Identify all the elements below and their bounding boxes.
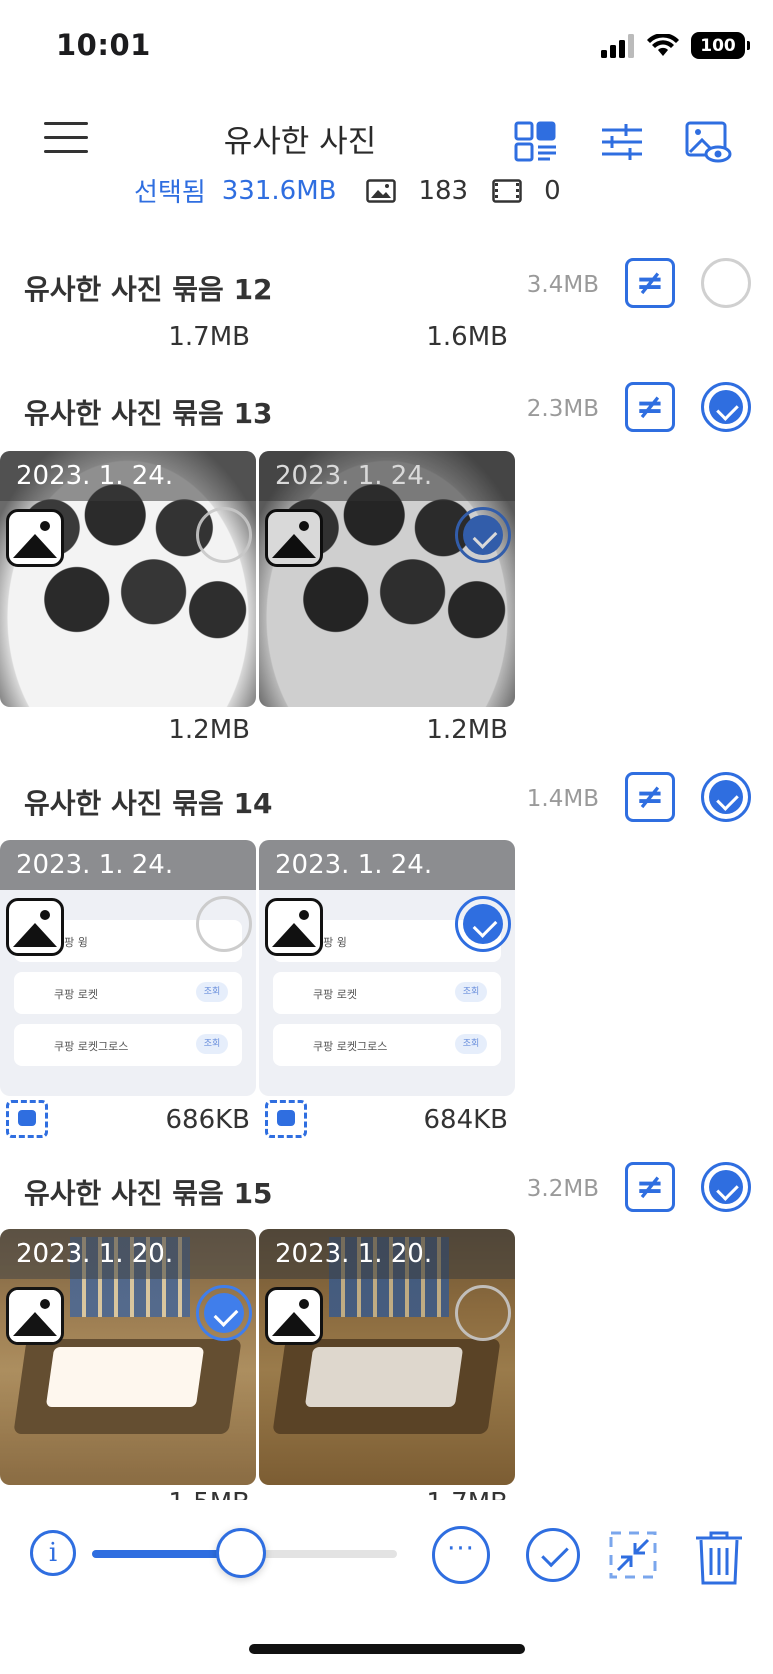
item-size: 1.2MB <box>426 715 508 745</box>
filter-sliders-icon[interactable] <box>598 120 646 164</box>
not-equal-button[interactable]: ≠ <box>625 258 675 308</box>
info-icon[interactable]: i <box>30 1530 76 1576</box>
photo-select-checkbox[interactable] <box>455 1285 511 1341</box>
photo-type-icon <box>265 1287 323 1345</box>
screenshot-thumbnail[interactable]: 쿠팡 윙 쿠팡 로켓 조회 쿠팡 로켓그로스 조회 2023. 1. 24. <box>0 840 256 1096</box>
wifi-icon <box>647 33 679 56</box>
photo-date: 2023. 1. 24. <box>259 840 515 890</box>
group-select-checkbox[interactable] <box>701 1162 751 1212</box>
photo-date: 2023. 1. 24. <box>259 451 515 501</box>
group-title: 유사한 사진 묶음 15 <box>24 1177 273 1210</box>
group-size: 2.3MB <box>526 396 599 422</box>
selection-summary: 선택됨 331.6MB 183 0 <box>134 172 585 209</box>
group-title: 유사한 사진 묶음 12 <box>24 273 273 306</box>
photo-thumbnail[interactable]: 2023. 1. 20. <box>0 1229 256 1485</box>
photo-date: 2023. 1. 24. <box>0 840 256 890</box>
group-header-15: 유사한 사진 묶음 15 3.2MB ≠ <box>0 1162 773 1222</box>
photo-select-checkbox[interactable] <box>455 896 511 952</box>
status-icons: 100 <box>601 32 750 59</box>
battery-indicator: 100 <box>691 32 750 59</box>
selected-label: 선택됨 <box>134 178 206 208</box>
photo-select-checkbox[interactable] <box>196 1285 252 1341</box>
group-size: 3.2MB <box>526 1176 599 1202</box>
select-check-icon[interactable] <box>526 1528 580 1582</box>
item-size: 1.7MB <box>168 322 250 352</box>
photo-date: 2023. 1. 20. <box>259 1229 515 1279</box>
photo-thumbnail[interactable]: 2023. 1. 24. <box>259 451 515 707</box>
photo-date: 2023. 1. 20. <box>0 1229 256 1279</box>
group-select-checkbox[interactable] <box>701 258 751 308</box>
group-size: 3.4MB <box>526 272 599 298</box>
photo-select-checkbox[interactable] <box>455 507 511 563</box>
not-equal-button[interactable]: ≠ <box>625 1162 675 1212</box>
item-size: 686KB <box>165 1105 250 1135</box>
photo-thumbnail[interactable]: 2023. 1. 24. <box>0 451 256 707</box>
group-header-13: 유사한 사진 묶음 13 2.3MB ≠ <box>0 382 773 442</box>
status-time: 10:01 <box>56 28 151 62</box>
photo-select-checkbox[interactable] <box>196 896 252 952</box>
header: 유사한 사진 선택됨 331.6MB 183 0 <box>0 96 773 216</box>
page-title: 유사한 사진 <box>223 124 377 160</box>
video-count: 0 <box>544 175 561 206</box>
grid-view-icon[interactable] <box>512 120 560 164</box>
slider-handle[interactable] <box>216 1528 267 1578</box>
hamburger-menu-icon[interactable] <box>44 122 88 158</box>
selected-size: 331.6MB <box>221 175 337 206</box>
card-row: 쿠팡 로켓 조회 <box>14 972 242 1014</box>
card-row: 쿠팡 로켓그로스 조회 <box>14 1024 242 1066</box>
photo-select-checkbox[interactable] <box>196 507 252 563</box>
group-select-checkbox[interactable] <box>701 772 751 822</box>
more-options-icon[interactable]: ··· <box>432 1526 490 1584</box>
group-title: 유사한 사진 묶음 13 <box>24 397 273 430</box>
not-equal-button[interactable]: ≠ <box>625 382 675 432</box>
card-row: 쿠팡 로켓 조회 <box>273 972 501 1014</box>
photo-count: 183 <box>418 175 469 206</box>
video-count-icon <box>492 178 522 203</box>
photo-type-icon <box>265 509 323 567</box>
status-bar: 10:01 100 <box>0 0 773 96</box>
signal-icon <box>601 33 634 58</box>
group-header-14: 유사한 사진 묶음 14 1.4MB ≠ <box>0 772 773 832</box>
card-row: 쿠팡 로켓그로스 조회 <box>273 1024 501 1066</box>
photo-type-icon <box>6 1287 64 1345</box>
item-size: 1.6MB <box>426 322 508 352</box>
photo-type-icon <box>6 509 64 567</box>
image-count-icon <box>366 178 397 203</box>
photo-type-icon <box>265 898 323 956</box>
home-indicator <box>249 1644 525 1654</box>
photo-thumbnail[interactable]: 2023. 1. 20. <box>259 1229 515 1485</box>
photo-type-icon <box>6 898 64 956</box>
item-size: 684KB <box>423 1105 508 1135</box>
group-header-12: 유사한 사진 묶음 12 3.4MB ≠ <box>0 258 773 318</box>
screenshot-thumbnail[interactable]: 쿠팡 윙 쿠팡 로켓 조회 쿠팡 로켓그로스 조회 2023. 1. 24. <box>259 840 515 1096</box>
trash-icon[interactable] <box>694 1530 744 1586</box>
group-size: 1.4MB <box>526 786 599 812</box>
bottom-toolbar: i ··· <box>0 1500 773 1610</box>
photo-preview-icon[interactable] <box>684 120 732 164</box>
not-equal-button[interactable]: ≠ <box>625 772 675 822</box>
merge-compress-icon[interactable] <box>608 1530 658 1580</box>
item-size: 1.2MB <box>168 715 250 745</box>
photo-date: 2023. 1. 24. <box>0 451 256 501</box>
group-select-checkbox[interactable] <box>701 382 751 432</box>
group-title: 유사한 사진 묶음 14 <box>24 787 273 820</box>
